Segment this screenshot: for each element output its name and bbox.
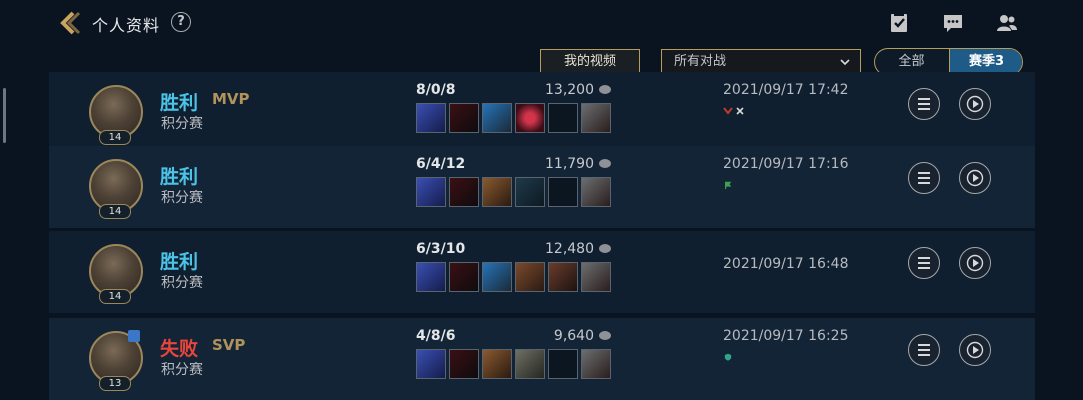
item-blue-sword-icon bbox=[416, 349, 446, 379]
play-icon bbox=[966, 341, 984, 359]
list-icon bbox=[918, 257, 930, 269]
match-mode: 积分赛 bbox=[161, 116, 203, 132]
page-title: 个人资料 bbox=[92, 16, 161, 35]
gold-icon bbox=[599, 244, 611, 253]
friends-button[interactable] bbox=[996, 12, 1018, 34]
friends-icon bbox=[997, 15, 1017, 31]
item-blue-crossbow-icon bbox=[482, 262, 512, 292]
list-icon bbox=[918, 98, 930, 110]
chat-button[interactable] bbox=[942, 12, 964, 34]
help-button[interactable]: ? bbox=[171, 12, 191, 32]
svp-badge: SVP bbox=[212, 336, 246, 354]
match-row[interactable]: 13 失败 SVP 积分赛 4/8/6 9,640 2021/09/17 16:… bbox=[49, 318, 1035, 400]
match-type-value: 所有对战 bbox=[674, 54, 727, 69]
match-mode: 积分赛 bbox=[161, 190, 203, 206]
match-time: 2021/09/17 17:16 bbox=[723, 156, 849, 172]
item-greatsword-icon bbox=[515, 349, 545, 379]
match-detail-button[interactable] bbox=[908, 247, 940, 279]
kda: 4/8/6 bbox=[416, 328, 456, 344]
match-time: 2021/09/17 16:25 bbox=[723, 328, 849, 344]
empty-item-slot bbox=[548, 349, 578, 379]
match-row[interactable]: 14 胜利 MVP 积分赛 8/0/8 13,200 2021/09/17 17… bbox=[49, 72, 1035, 154]
task-button[interactable] bbox=[888, 12, 910, 34]
task-icon bbox=[891, 13, 907, 32]
item-blue-crossbow-icon bbox=[482, 103, 512, 133]
gold-icon bbox=[599, 331, 611, 340]
item-dark-blade-icon bbox=[449, 262, 479, 292]
kill-badge-icon bbox=[723, 107, 744, 115]
replay-button[interactable] bbox=[959, 334, 991, 366]
item-trinket-icon bbox=[581, 349, 611, 379]
play-icon bbox=[966, 169, 984, 187]
chevron-down-icon bbox=[840, 59, 850, 66]
match-detail-button[interactable] bbox=[908, 162, 940, 194]
match-mode: 积分赛 bbox=[161, 362, 203, 378]
item-gauntlet-icon bbox=[548, 262, 578, 292]
match-result: 胜利 bbox=[160, 166, 199, 188]
item-blue-sword-icon bbox=[416, 177, 446, 207]
item-hammer-icon bbox=[482, 349, 512, 379]
kda: 8/0/8 bbox=[416, 82, 456, 98]
hero-level: 14 bbox=[99, 204, 131, 219]
list-icon bbox=[918, 172, 930, 184]
match-time: 2021/09/17 17:42 bbox=[723, 82, 849, 98]
replay-button[interactable] bbox=[959, 162, 991, 194]
item-red-gem-icon bbox=[515, 103, 545, 133]
gold: 11,790 bbox=[545, 156, 594, 172]
back-chevron-icon bbox=[60, 11, 81, 35]
list-icon bbox=[918, 344, 930, 356]
gold: 13,200 bbox=[545, 82, 594, 98]
hero-level: 14 bbox=[99, 130, 131, 145]
back-button[interactable] bbox=[58, 10, 84, 36]
shield-icon bbox=[724, 353, 732, 361]
play-icon bbox=[966, 254, 984, 272]
item-trinket-icon bbox=[581, 103, 611, 133]
item-hammer-icon bbox=[482, 177, 512, 207]
match-time: 2021/09/17 16:48 bbox=[723, 256, 849, 272]
kda: 6/3/10 bbox=[416, 241, 466, 257]
match-row[interactable]: 14 胜利 积分赛 6/3/10 12,480 2021/09/17 16:48 bbox=[49, 231, 1035, 313]
empty-item-slot bbox=[548, 103, 578, 133]
team-badge-icon bbox=[128, 330, 140, 342]
match-result: 失败 bbox=[160, 338, 199, 360]
gold-icon bbox=[599, 159, 611, 168]
item-dark-blade-icon bbox=[449, 177, 479, 207]
match-result: 胜利 bbox=[160, 251, 199, 273]
flag-icon bbox=[725, 181, 732, 189]
chat-icon bbox=[944, 15, 962, 32]
match-result: 胜利 bbox=[160, 92, 199, 114]
replay-button[interactable] bbox=[959, 247, 991, 279]
play-icon bbox=[966, 95, 984, 113]
scrollbar[interactable] bbox=[3, 88, 6, 143]
item-dark-blade-icon bbox=[449, 103, 479, 133]
item-book-icon bbox=[515, 262, 545, 292]
item-dark-blade-icon bbox=[449, 349, 479, 379]
item-blue-sword-icon bbox=[416, 262, 446, 292]
gold: 9,640 bbox=[553, 328, 594, 344]
match-detail-button[interactable] bbox=[908, 334, 940, 366]
match-detail-button[interactable] bbox=[908, 88, 940, 120]
item-trinket-icon bbox=[581, 262, 611, 292]
kda: 6/4/12 bbox=[416, 156, 466, 172]
gold-icon bbox=[599, 85, 611, 94]
match-row[interactable]: 14 胜利 积分赛 6/4/12 11,790 2021/09/17 17:16 bbox=[49, 146, 1035, 228]
match-mode: 积分赛 bbox=[161, 275, 203, 291]
replay-button[interactable] bbox=[959, 88, 991, 120]
hero-level: 13 bbox=[99, 376, 131, 391]
item-blue-sword-icon bbox=[416, 103, 446, 133]
gold: 12,480 bbox=[545, 241, 594, 257]
hero-level: 14 bbox=[99, 289, 131, 304]
mvp-badge: MVP bbox=[212, 90, 250, 108]
item-trinket-icon bbox=[581, 177, 611, 207]
empty-item-slot bbox=[548, 177, 578, 207]
item-spear-icon bbox=[515, 177, 545, 207]
top-bar: 个人资料 ? bbox=[0, 0, 1083, 46]
